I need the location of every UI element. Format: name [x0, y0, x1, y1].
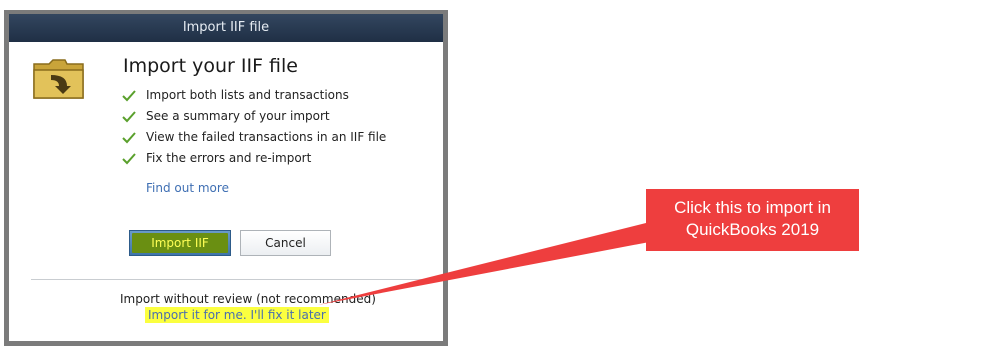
callout-text-line2: QuickBooks 2019 [685, 220, 820, 239]
callout-text-line1: Click this to import in [674, 198, 831, 217]
annotation-callout: Click this to import in QuickBooks 2019 [646, 189, 859, 251]
callout-pointer [318, 222, 660, 305]
screenshot-canvas: Import IIF file Import your IIF file Imp… [0, 0, 1005, 364]
